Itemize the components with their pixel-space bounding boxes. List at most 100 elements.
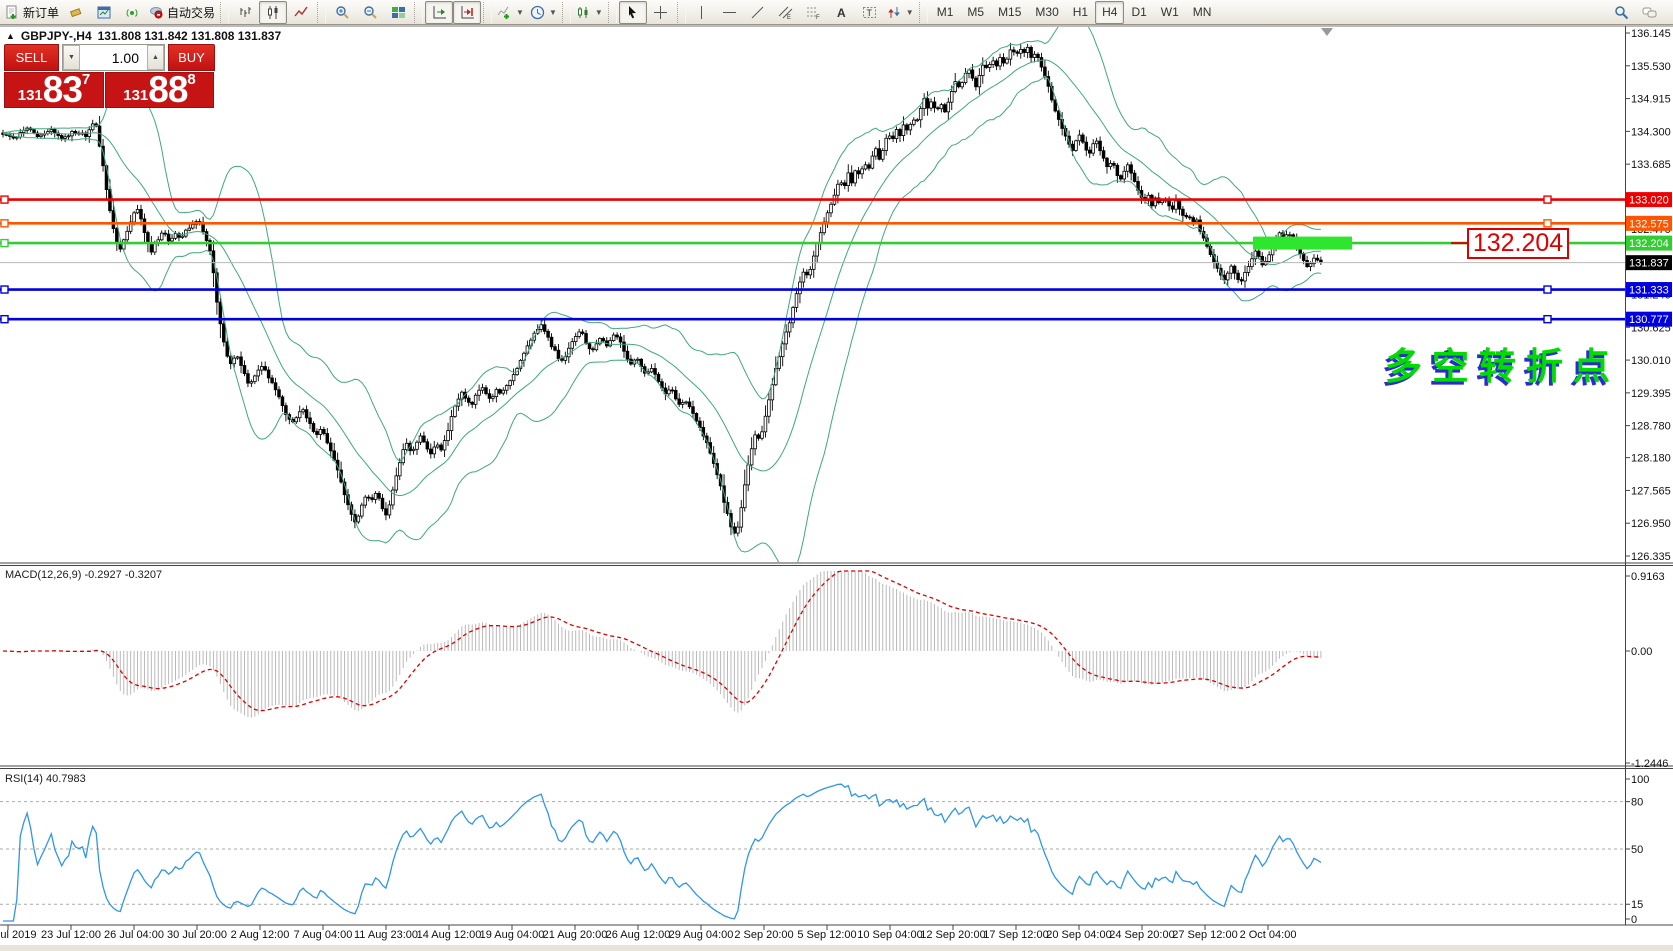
chevron-down-icon[interactable]: ▼: [516, 8, 524, 17]
chevron-down-icon[interactable]: ▼: [906, 8, 914, 17]
volume-input[interactable]: [80, 45, 147, 70]
horizontal-line-button[interactable]: [716, 1, 744, 24]
search-button[interactable]: [1607, 1, 1635, 24]
chart-window-button[interactable]: [90, 1, 118, 24]
eraser-icon: [69, 5, 84, 20]
hline-handle[interactable]: [1, 240, 8, 247]
auto-trading-button[interactable]: 自动交易: [146, 1, 218, 24]
chart-annotation-text[interactable]: 多空转折点: [1385, 336, 1620, 390]
cursor-button[interactable]: [619, 1, 647, 24]
timeframe-h4-button[interactable]: H4: [1095, 1, 1124, 24]
volume-box: ▼ ▲: [62, 44, 165, 71]
buy-price[interactable]: 131888: [105, 72, 214, 108]
sell-button[interactable]: SELL: [4, 44, 59, 71]
svg-text:2 Sep 20:00: 2 Sep 20:00: [734, 929, 793, 941]
chevron-down-icon[interactable]: ▼: [595, 8, 603, 17]
hline-handle[interactable]: [1544, 316, 1551, 323]
auto-trading-button-label: 自动交易: [167, 4, 215, 21]
sell-price[interactable]: 131837: [4, 72, 104, 108]
svg-text:30 Jul 20:00: 30 Jul 20:00: [167, 929, 227, 941]
svg-text:133.685: 133.685: [1631, 159, 1671, 171]
timeframe-m1-button[interactable]: M1: [930, 1, 961, 24]
auto-scroll-icon: [432, 5, 447, 20]
crosshair-button[interactable]: [647, 1, 675, 24]
svg-text:26 Jul 04:00: 26 Jul 04:00: [104, 929, 164, 941]
svg-text:134.300: 134.300: [1631, 126, 1671, 138]
svg-text:127.565: 127.565: [1631, 485, 1671, 497]
indicators-button[interactable]: ▼: [494, 1, 527, 24]
hline-handle[interactable]: [1544, 286, 1551, 293]
axis-label-133.020: 133.020: [1626, 192, 1672, 207]
axis-label-bid: 131.837: [1626, 255, 1672, 270]
sell-price-sup: 7: [82, 73, 90, 87]
text-button[interactable]: A: [828, 1, 856, 24]
new-order-button[interactable]: 新订单: [2, 1, 62, 24]
price-callout-object[interactable]: 132.204: [1467, 228, 1569, 259]
auto-trading-icon: [149, 5, 164, 20]
candles-icon: [266, 5, 281, 20]
vertical-line-button[interactable]: [688, 1, 716, 24]
svg-text:17 Sep 12:00: 17 Sep 12:00: [983, 929, 1048, 941]
text-label-button[interactable]: T: [856, 1, 884, 24]
timeframe-m5-button[interactable]: M5: [960, 1, 991, 24]
equidistant-channel-button[interactable]: E: [772, 1, 800, 24]
svg-text:0.00: 0.00: [1631, 646, 1652, 658]
svg-text:126.950: 126.950: [1631, 518, 1671, 530]
hline-handle[interactable]: [1, 316, 8, 323]
timeframe-d1-button[interactable]: D1: [1124, 1, 1153, 24]
timeframe-h1-button[interactable]: H1: [1066, 1, 1095, 24]
chart-shift-icon: [460, 5, 475, 20]
auto-scroll-button[interactable]: [425, 1, 453, 24]
svg-text:130.010: 130.010: [1631, 355, 1671, 367]
quote-panel-collapse-icon[interactable]: ▲: [6, 31, 15, 41]
timeframe-m30-button[interactable]: M30: [1028, 1, 1065, 24]
vline-icon: [694, 5, 709, 20]
zoom-in-button[interactable]: [328, 1, 356, 24]
macd-indicator-label: MACD(12,26,9) -0.2927 -0.3207: [5, 569, 162, 581]
chart-symbol-header: ▲ GBPJPY-,H4 131.808 131.842 131.808 131…: [6, 29, 281, 43]
timeframe-w1-button[interactable]: W1: [1154, 1, 1186, 24]
chart-canvas[interactable]: 136.145135.530134.915134.300133.685132.4…: [0, 0, 1673, 951]
line-chart-type-button[interactable]: [287, 1, 315, 24]
indicator-windows-button[interactable]: ▼: [573, 1, 606, 24]
toolbar-separator: [483, 2, 492, 23]
hline-handle[interactable]: [1, 196, 8, 203]
svg-text:23 Jul 12:00: 23 Jul 12:00: [41, 929, 101, 941]
timeframe-m15-button[interactable]: M15: [991, 1, 1028, 24]
chart-shift-button[interactable]: [453, 1, 481, 24]
tile-windows-button[interactable]: [384, 1, 412, 24]
svg-text:2 Oct 04:00: 2 Oct 04:00: [1240, 929, 1297, 941]
svg-text:20 Sep 04:00: 20 Sep 04:00: [1046, 929, 1111, 941]
fibonacci-button[interactable]: F: [800, 1, 828, 24]
buy-button[interactable]: BUY: [168, 44, 215, 71]
hline-handle[interactable]: [1544, 220, 1551, 227]
highlight-zone[interactable]: [1253, 237, 1352, 250]
toolbar-separator: [317, 2, 326, 23]
svg-text:129.395: 129.395: [1631, 388, 1671, 400]
chevron-down-icon[interactable]: ▼: [549, 8, 557, 17]
chart-window-icon: [97, 5, 112, 20]
svg-text:100: 100: [1631, 774, 1649, 786]
trendline-button[interactable]: [744, 1, 772, 24]
hline-handle[interactable]: [1544, 196, 1551, 203]
svg-text:131.837: 131.837: [1629, 258, 1669, 270]
svg-text:136.145: 136.145: [1631, 28, 1671, 40]
new-order-button-label: 新订单: [23, 4, 59, 21]
eraser-button[interactable]: [62, 1, 90, 24]
toolbar-separator: [562, 2, 571, 23]
bar-chart-type-button[interactable]: [231, 1, 259, 24]
candlestick-type-button[interactable]: [259, 1, 287, 24]
chat-button[interactable]: [1635, 1, 1663, 24]
hline-handle[interactable]: [1, 220, 8, 227]
volume-increase-button[interactable]: ▲: [147, 45, 164, 70]
arrows-button[interactable]: ▼: [884, 1, 917, 24]
zoom-out-button[interactable]: [356, 1, 384, 24]
svg-text:F: F: [816, 15, 820, 20]
signal-button[interactable]: [118, 1, 146, 24]
svg-text:19 Aug 04:00: 19 Aug 04:00: [480, 929, 545, 941]
periods-button[interactable]: ▼: [527, 1, 560, 24]
timeframe-mn-button[interactable]: MN: [1186, 1, 1219, 24]
hline-handle[interactable]: [1, 286, 8, 293]
window-bottom-strip: [0, 945, 1673, 951]
volume-decrease-button[interactable]: ▼: [63, 45, 80, 70]
